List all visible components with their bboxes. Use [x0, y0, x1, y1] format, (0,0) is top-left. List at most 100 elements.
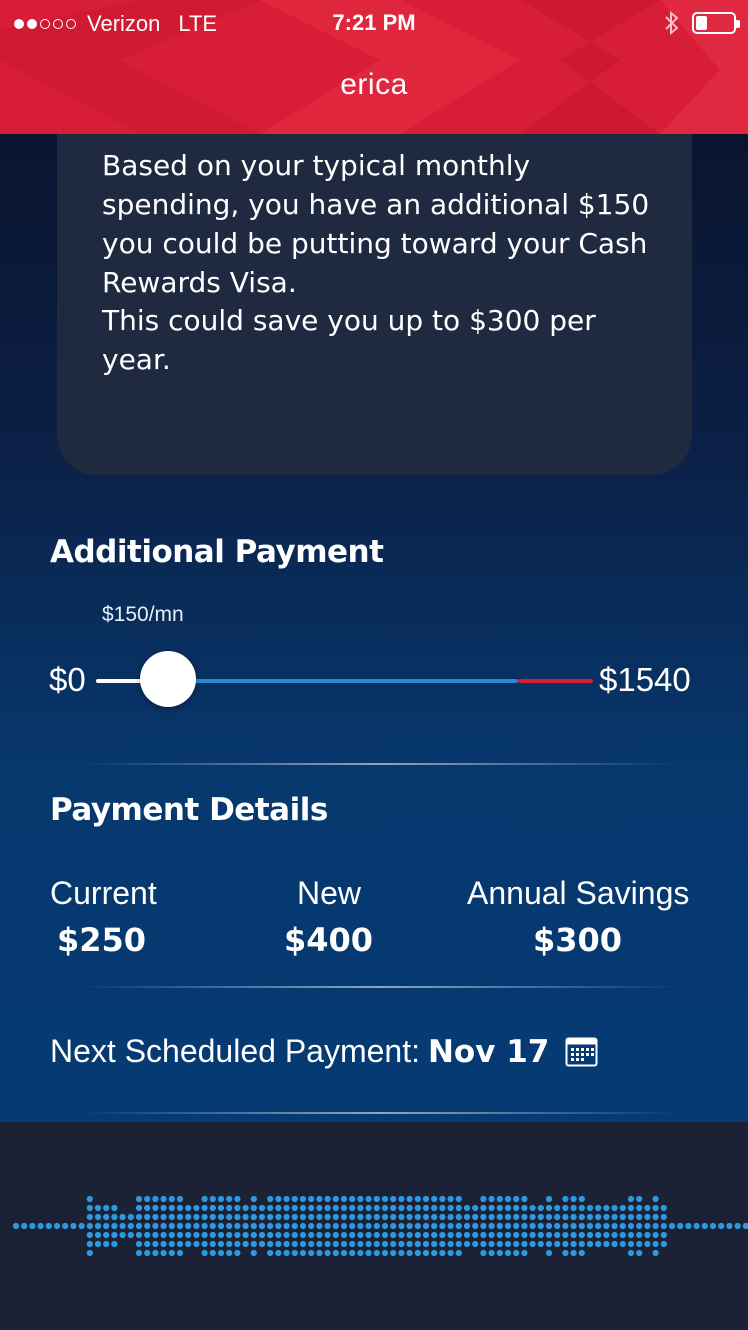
- calendar-icon[interactable]: [565, 1037, 598, 1067]
- waveform-dot: [447, 1204, 454, 1212]
- waveform-dot: [545, 1222, 553, 1230]
- waveform-dot: [103, 1222, 110, 1230]
- waveform-dot: [513, 1195, 520, 1203]
- waveform-dot: [496, 1204, 503, 1212]
- waveform-dot: [316, 1195, 323, 1203]
- waveform-dot: [644, 1240, 651, 1248]
- waveform-dot: [529, 1231, 536, 1239]
- waveform-dot: [45, 1222, 52, 1230]
- waveform-dot: [185, 1204, 192, 1212]
- waveform-dot: [586, 1213, 594, 1221]
- waveform-dot: [406, 1195, 413, 1203]
- waveform-dot: [308, 1204, 315, 1212]
- waveform-dot: [176, 1240, 184, 1248]
- additional-payment-title: Additional Payment: [50, 534, 384, 570]
- waveform-dot: [135, 1222, 143, 1230]
- waveform-dot: [619, 1240, 626, 1248]
- waveform-dot: [209, 1222, 216, 1230]
- waveform-dot: [226, 1222, 233, 1230]
- status-right: [664, 10, 740, 36]
- waveform-dot: [242, 1231, 249, 1239]
- waveform-dot: [390, 1213, 397, 1221]
- divider: [80, 1112, 680, 1114]
- waveform-dot: [578, 1240, 585, 1248]
- waveform-dot: [636, 1213, 643, 1221]
- waveform-dot: [86, 1213, 93, 1221]
- waveform-dot: [201, 1222, 208, 1230]
- slider-track[interactable]: [168, 679, 518, 683]
- waveform-dot: [562, 1249, 569, 1257]
- waveform-dot: [340, 1204, 348, 1212]
- waveform-dot: [562, 1195, 569, 1203]
- waveform-dot: [193, 1240, 200, 1248]
- waveform-dot: [103, 1231, 110, 1239]
- waveform-dot: [545, 1231, 553, 1239]
- waveform-dot: [349, 1231, 356, 1239]
- waveform-dot: [611, 1240, 618, 1248]
- waveform-dot: [308, 1249, 315, 1257]
- waveform-dot: [455, 1231, 462, 1239]
- waveform-dot: [94, 1231, 102, 1239]
- payment-slider-thumb[interactable]: [140, 651, 196, 707]
- waveform-dot: [217, 1195, 225, 1203]
- waveform-dot: [636, 1204, 643, 1212]
- waveform-dot: [275, 1231, 282, 1239]
- waveform-dot: [406, 1240, 413, 1248]
- slider-min-label: $0: [49, 661, 86, 698]
- waveform-dot: [439, 1249, 446, 1257]
- waveform-dot: [439, 1240, 446, 1248]
- waveform-dot: [324, 1231, 331, 1239]
- waveform-dot: [521, 1249, 528, 1257]
- waveform-dot: [160, 1222, 167, 1230]
- waveform-dot: [431, 1213, 438, 1221]
- waveform-dot: [201, 1204, 208, 1212]
- waveform-dot: [316, 1222, 323, 1230]
- waveform-dot: [414, 1231, 421, 1239]
- slider-max-label: $1540: [599, 661, 691, 698]
- waveform-dot: [529, 1240, 536, 1248]
- waveform-dot: [431, 1204, 438, 1212]
- waveform-dot: [176, 1249, 184, 1257]
- waveform-dot: [242, 1213, 249, 1221]
- voice-input-area[interactable]: [0, 1122, 748, 1330]
- waveform-dot: [562, 1231, 569, 1239]
- waveform-dot: [390, 1240, 397, 1248]
- waveform-dot: [357, 1222, 364, 1230]
- waveform-dot: [381, 1222, 389, 1230]
- waveform-dot: [258, 1222, 266, 1230]
- waveform-dot: [258, 1204, 266, 1212]
- waveform-dot: [660, 1204, 667, 1212]
- waveform-dot: [496, 1231, 503, 1239]
- waveform-dot: [554, 1222, 561, 1230]
- waveform-dot: [160, 1240, 167, 1248]
- waveform-dot: [193, 1231, 200, 1239]
- waveform-dot: [78, 1222, 85, 1230]
- waveform-dot: [496, 1213, 503, 1221]
- waveform-dot: [652, 1195, 659, 1203]
- waveform-dot: [176, 1231, 184, 1239]
- waveform-dot: [340, 1231, 348, 1239]
- waveform-dot: [250, 1204, 257, 1212]
- waveform-dot: [152, 1204, 159, 1212]
- waveform-dot: [234, 1240, 241, 1248]
- slider-track-limit[interactable]: [518, 679, 593, 683]
- waveform-dot: [340, 1222, 348, 1230]
- waveform-dot: [644, 1231, 651, 1239]
- waveform-dot: [324, 1249, 331, 1257]
- next-payment-date[interactable]: Nov 17: [428, 1034, 549, 1070]
- waveform-dot: [127, 1222, 134, 1230]
- waveform-dot: [144, 1222, 151, 1230]
- waveform-dot: [365, 1231, 372, 1239]
- waveform-dot: [619, 1231, 626, 1239]
- waveform-dot: [275, 1213, 282, 1221]
- waveform-dot: [373, 1240, 380, 1248]
- waveform-dot: [414, 1240, 421, 1248]
- waveform-dot: [488, 1249, 495, 1257]
- waveform-dot: [349, 1240, 356, 1248]
- voice-waveform-icon[interactable]: [0, 1122, 748, 1330]
- main-content[interactable]: Based on your typical monthly spending, …: [0, 134, 748, 1122]
- waveform-dot: [488, 1240, 495, 1248]
- waveform-dot: [537, 1213, 544, 1221]
- waveform-dot: [332, 1249, 339, 1257]
- next-scheduled-payment[interactable]: Next Scheduled Payment: Nov 17: [50, 1033, 598, 1070]
